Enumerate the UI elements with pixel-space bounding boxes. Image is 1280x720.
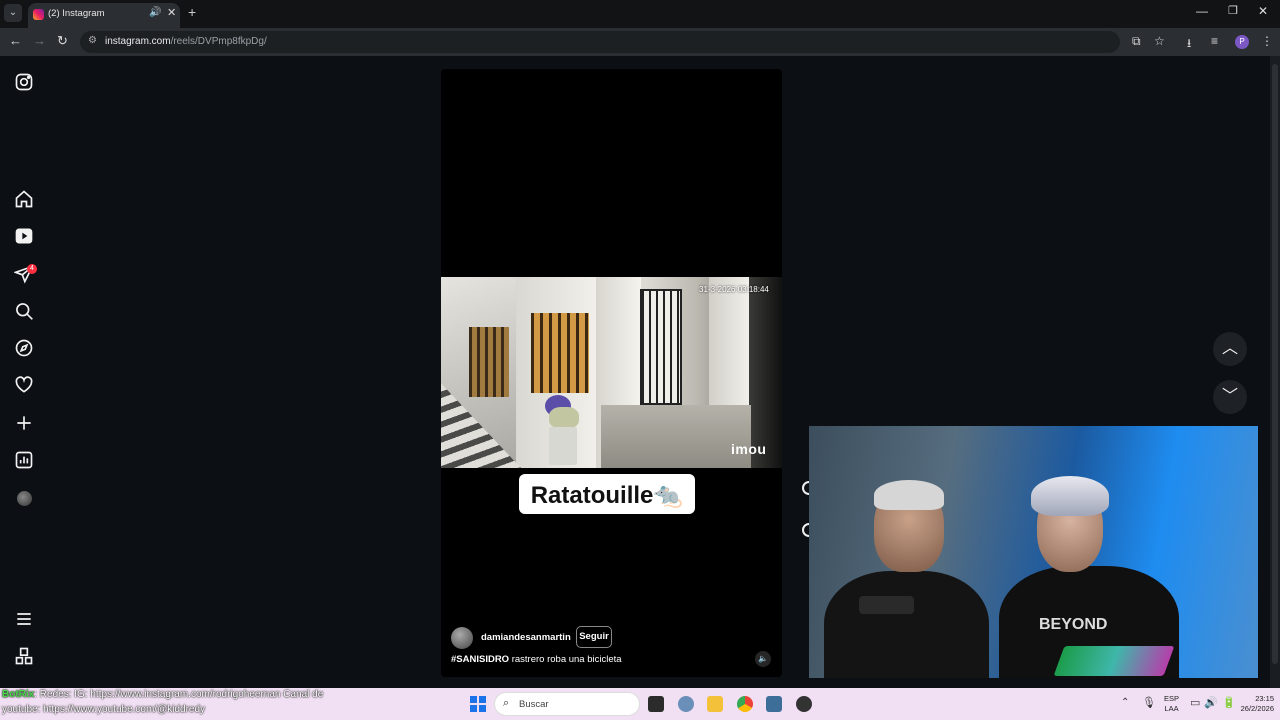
also-from-meta-icon[interactable] [14,646,34,666]
previous-reel-button[interactable]: ︿ [1213,332,1247,366]
tray-overflow-icon[interactable]: ⌃ [1121,697,1129,708]
download-icon[interactable]: ⭳ [1187,34,1191,55]
url-text: instagram.com/reels/DVPmp8fkpDg/ [105,36,267,47]
browser-menu-icon[interactable]: ⋮ [1261,34,1273,48]
home-icon[interactable] [14,189,34,209]
taskbar-clock[interactable]: 23:15 26/2/2026 [1238,694,1274,714]
microphone [859,596,914,614]
windows-start-icon[interactable] [470,696,486,712]
video-shadow [749,277,782,468]
scrollbar-thumb[interactable] [1272,64,1278,664]
next-reel-button[interactable]: ﹀ [1213,380,1247,414]
tab-strip: ⌄ (2) Instagram 🔊 ✕ + — ❐ ✕ [0,0,1280,28]
bookmark-star-icon[interactable]: ☆ [1154,34,1165,48]
reading-list-icon[interactable]: ≡ [1211,34,1218,48]
reload-icon[interactable]: ↻ [57,33,68,49]
camera-brand-watermark: imou [731,441,767,457]
task-view-icon[interactable] [648,696,664,712]
window-restore-button[interactable]: ❐ [1228,4,1238,17]
rgb-keyboard [1053,646,1175,676]
streamer-hair [1031,476,1109,516]
shirt-logo: BEYOND [1039,616,1108,633]
language-indicator[interactable]: ESP LAA [1164,694,1179,714]
tray-network-volume-icons[interactable]: ▭🔊🔋 [1190,696,1240,709]
reel-caption-text: Ratatouille🐀 [530,482,684,509]
taskbar-search[interactable]: ⌕ Buscar [494,692,640,716]
reel-caption-sticker: Ratatouille🐀 [519,474,695,514]
forward-icon[interactable]: → [33,33,46,48]
create-icon[interactable] [14,413,34,433]
file-explorer-icon[interactable] [707,696,723,712]
video-bucket [549,427,577,465]
camera-timestamp: 31-3-2026 03:18:44 [699,285,769,294]
profile-avatar-button[interactable]: P [1235,35,1249,49]
site-info-icon[interactable]: ⚙ [88,35,97,46]
tab-audio-icon[interactable]: 🔊 [149,7,161,18]
streamer-shirt [824,571,989,678]
profile-avatar[interactable] [17,491,32,506]
author-username[interactable]: damiandesanmartin [481,632,571,643]
app-icon[interactable] [766,696,782,712]
video-window [469,327,509,397]
window-minimize-button[interactable]: — [1196,4,1208,18]
dashboard-icon[interactable] [14,450,34,470]
notifications-icon[interactable] [14,375,34,395]
tab-close-icon[interactable]: ✕ [167,6,176,19]
messages-badge: 4 [27,264,37,274]
chrome-icon[interactable] [737,696,753,712]
taskbar-search-placeholder: Buscar [519,699,549,710]
obs-icon[interactable] [796,696,812,712]
follow-button[interactable]: Seguir [576,626,612,648]
video-window [531,313,589,393]
reel-video[interactable]: 31-3-2026 03:18:44 imou [441,277,782,468]
mute-toggle-icon[interactable]: 🔈 [755,651,771,667]
author-avatar[interactable] [451,627,473,649]
instagram-logo-icon[interactable] [14,72,34,92]
tab-search-button[interactable]: ⌄ [4,4,22,22]
browser-toolbar: ← → ↻ ⚙ instagram.com/reels/DVPmp8fkpDg/… [0,28,1280,56]
instagram-favicon-icon [33,9,44,20]
stream-ticker-line1: BotRix: Redes: IG: https://www.instagram… [2,689,324,700]
windows-taskbar: BotRix: Redes: IG: https://www.instagram… [0,688,1280,720]
reel-player[interactable]: 31-3-2026 03:18:44 imou Ratatouille🐀 dam… [441,69,782,677]
explore-icon[interactable] [14,338,34,358]
new-tab-button[interactable]: + [188,4,196,20]
streamer-hair [874,480,944,510]
back-icon[interactable]: ← [9,33,22,48]
page-scrollbar[interactable] [1270,56,1280,688]
stream-ticker-line2: youtube: https://www.youtube.com/@kiddre… [2,704,206,715]
webcam-overlay: BEYOND [809,426,1258,678]
settings-icon[interactable] [678,696,694,712]
tab-title: (2) Instagram [48,8,105,19]
streamer-left [824,476,989,678]
address-bar[interactable]: ⚙ instagram.com/reels/DVPmp8fkpDg/ [80,31,1120,53]
video-bag [549,407,579,429]
video-gate [640,289,682,405]
menu-icon[interactable] [14,609,34,629]
search-icon[interactable] [14,301,34,321]
search-icon: ⌕ [503,697,510,709]
microphone-icon[interactable]: 🎙 [1142,696,1156,709]
reel-description: #SANISIDRO rastrero roba una bicicleta [451,654,622,665]
cast-icon[interactable]: ⧉ [1132,34,1141,49]
browser-tab[interactable]: (2) Instagram 🔊 ✕ [28,3,180,28]
reels-icon[interactable] [14,226,34,246]
video-floor [601,405,751,468]
reel-hashtag[interactable]: #SANISIDRO [451,654,509,665]
window-close-button[interactable]: ✕ [1258,4,1268,18]
